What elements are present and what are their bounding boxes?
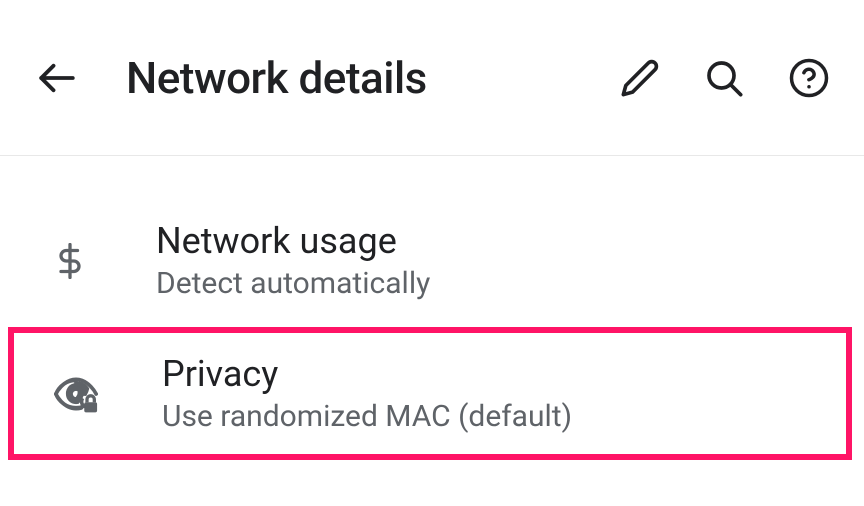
back-button[interactable] bbox=[28, 49, 86, 107]
header-actions bbox=[614, 51, 836, 105]
pencil-icon bbox=[620, 58, 660, 98]
settings-item-content: Network usage Detect automatically bbox=[156, 220, 840, 301]
eye-lock-icon bbox=[54, 372, 98, 416]
arrow-back-icon bbox=[36, 57, 78, 99]
settings-item-content: Privacy Use randomized MAC (default) bbox=[162, 353, 822, 434]
page-title: Network details bbox=[126, 52, 614, 104]
settings-item-title: Privacy bbox=[162, 353, 822, 395]
search-button[interactable] bbox=[698, 52, 750, 104]
settings-item-privacy[interactable]: Privacy Use randomized MAC (default) bbox=[14, 333, 846, 454]
app-header: Network details bbox=[0, 0, 864, 156]
settings-item-network-usage[interactable]: Network usage Detect automatically bbox=[0, 200, 864, 321]
highlight-box: Privacy Use randomized MAC (default) bbox=[8, 327, 852, 460]
dollar-icon bbox=[48, 239, 92, 283]
settings-item-subtitle: Use randomized MAC (default) bbox=[162, 399, 822, 434]
settings-item-title: Network usage bbox=[156, 220, 840, 262]
settings-item-subtitle: Detect automatically bbox=[156, 266, 840, 301]
edit-button[interactable] bbox=[614, 52, 666, 104]
search-icon bbox=[704, 58, 744, 98]
help-button[interactable] bbox=[782, 51, 836, 105]
settings-list: Network usage Detect automatically Priva… bbox=[0, 156, 864, 460]
help-icon bbox=[788, 57, 830, 99]
